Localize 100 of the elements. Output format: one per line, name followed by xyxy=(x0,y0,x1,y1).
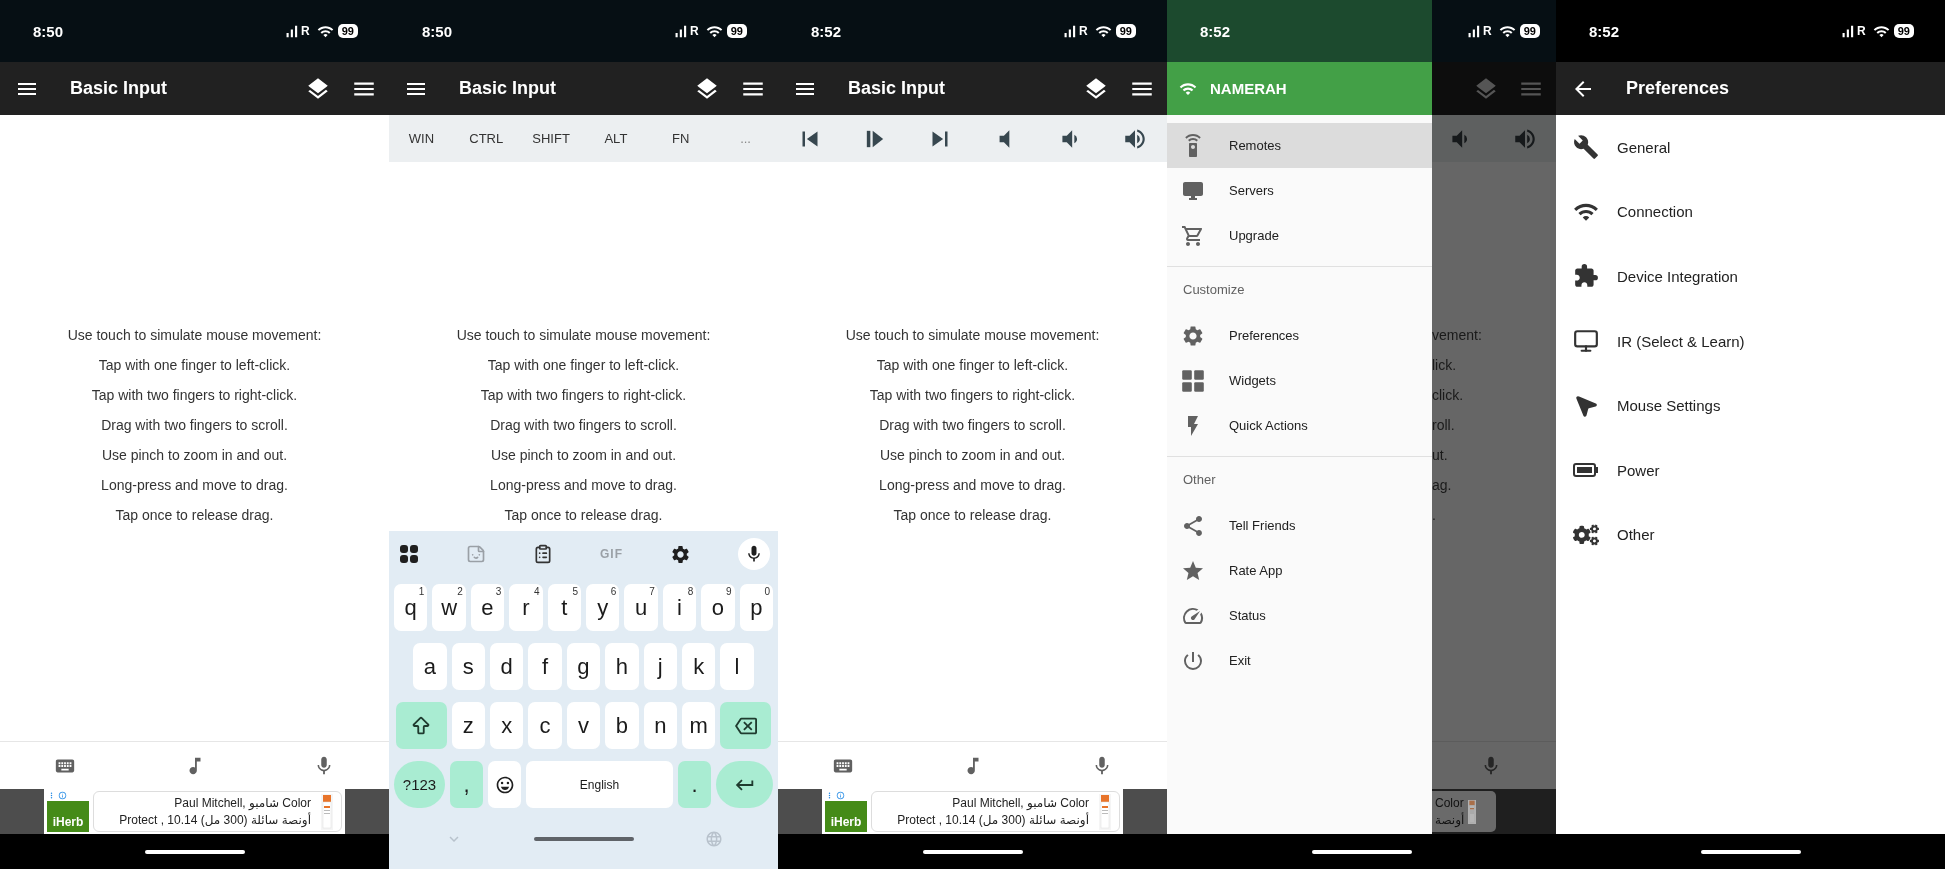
battery-indicator: 99 xyxy=(1115,24,1136,38)
keyboard-key[interactable]: b xyxy=(605,702,639,749)
battery-indicator: 99 xyxy=(1893,24,1914,38)
keyboard-key[interactable]: s xyxy=(451,643,485,690)
modifier-key[interactable]: FN xyxy=(648,127,714,150)
keyboard-key[interactable]: k xyxy=(681,643,716,690)
enter-key[interactable] xyxy=(716,761,773,808)
keyboard-key[interactable]: l xyxy=(720,643,754,690)
home-indicator[interactable] xyxy=(1311,849,1412,854)
preference-item[interactable]: Device Integration xyxy=(1556,244,1945,309)
preference-item[interactable]: Other xyxy=(1556,502,1945,568)
keyboard-key[interactable]: f xyxy=(528,643,562,690)
drawer-item[interactable]: Quick Actions xyxy=(1167,403,1432,448)
drawer-item[interactable]: Rate App xyxy=(1167,548,1432,593)
drawer-item[interactable]: Exit xyxy=(1167,638,1432,683)
keyboard-key[interactable]: q 1 xyxy=(393,584,428,631)
instruction-text: Tap with one finger to left-click. xyxy=(487,356,680,375)
instruction-text: Tap once to release drag. xyxy=(115,506,274,525)
instruction-text: Tap once to release drag. xyxy=(893,506,1052,525)
instruction-text: ut. xyxy=(1432,446,1448,465)
brand-logo: iHerb xyxy=(825,801,867,832)
keyboard-key[interactable]: e 3 xyxy=(470,584,505,631)
clock-time: 8:52 xyxy=(811,22,842,40)
key-hint: 0 xyxy=(764,586,771,597)
keyboard-key[interactable]: n xyxy=(643,702,677,749)
drawer-item[interactable]: Upgrade xyxy=(1167,213,1432,258)
keyboard-key[interactable]: d xyxy=(490,643,524,690)
modifier-key[interactable]: CTRL xyxy=(453,127,519,150)
app-title: Basic Input xyxy=(70,78,168,99)
clipboard-icon[interactable] xyxy=(533,544,553,564)
keyboard-key[interactable]: a xyxy=(413,643,447,690)
keyboard-key[interactable]: o 9 xyxy=(701,584,735,631)
ad-text: أونصة xyxy=(1435,811,1465,829)
key-hint: 3 xyxy=(495,586,502,597)
drawer-item[interactable]: Preferences xyxy=(1167,313,1432,358)
keyboard-key[interactable]: i 8 xyxy=(662,584,697,631)
instruction-text: Tap with two fingers to right-click. xyxy=(869,386,1076,405)
key-hint: 2 xyxy=(457,586,463,597)
app-title: Preferences xyxy=(1626,78,1731,99)
keyboard-key[interactable]: t 5 xyxy=(547,584,581,631)
period-key[interactable]: . xyxy=(678,761,711,808)
settings-icon xyxy=(1181,323,1205,348)
home-indicator[interactable] xyxy=(144,849,245,854)
voice-input-button[interactable] xyxy=(738,538,770,570)
network-label: R xyxy=(301,24,310,38)
keyboard-key[interactable]: w 2 xyxy=(432,584,466,631)
modifier-key[interactable]: SHIFT xyxy=(518,127,584,150)
app-title: Basic Input xyxy=(848,78,946,99)
drawer-item[interactable]: Servers xyxy=(1167,168,1432,213)
instruction-text: Tap with one finger to left-click. xyxy=(98,356,291,375)
keyboard-key[interactable]: p 0 xyxy=(739,584,774,631)
info-icon[interactable] xyxy=(836,791,845,800)
preference-item[interactable]: Power xyxy=(1556,437,1945,503)
keyboard-key[interactable]: z xyxy=(451,702,485,749)
symbols-key[interactable]: ?123 xyxy=(394,761,445,808)
shift-key[interactable] xyxy=(395,702,447,749)
keyboard-key[interactable]: g xyxy=(566,643,601,690)
ad-text: Protect , 10.14 أونصة سائلة (300 مل) xyxy=(897,811,1089,829)
keyboard-key[interactable]: u 7 xyxy=(624,584,658,631)
keyboard-key[interactable]: x xyxy=(490,702,524,749)
drawer-item[interactable]: Tell Friends xyxy=(1167,503,1432,548)
monitor-icon xyxy=(1573,328,1599,355)
preference-item[interactable]: Connection xyxy=(1556,179,1945,245)
settings-icon[interactable] xyxy=(670,543,691,565)
instruction-text: vement: xyxy=(1432,326,1482,345)
info-icon[interactable] xyxy=(58,791,67,800)
instruction-text: Long-press and move to drag. xyxy=(101,476,288,495)
drawer-item[interactable]: Status xyxy=(1167,593,1432,638)
instruction-text: Long-press and move to drag. xyxy=(490,476,677,495)
share-icon xyxy=(1181,513,1205,538)
comma-key[interactable]: , xyxy=(450,761,483,808)
preference-item[interactable]: Mouse Settings xyxy=(1556,373,1945,438)
home-indicator[interactable] xyxy=(1700,849,1801,854)
home-indicator[interactable] xyxy=(922,849,1023,854)
modifier-key[interactable]: WIN xyxy=(389,127,454,150)
modifier-key[interactable]: ALT xyxy=(583,127,649,150)
keyboard-key[interactable]: j xyxy=(643,643,677,690)
cart-icon xyxy=(1181,223,1205,248)
emoji-key[interactable] xyxy=(488,761,521,808)
keyboard-key[interactable]: r 4 xyxy=(509,584,543,631)
preference-item[interactable]: General xyxy=(1556,115,1945,180)
instruction-text: ag. xyxy=(1432,476,1452,495)
instruction-text: Use pinch to zoom in and out. xyxy=(101,446,288,465)
keyboard-key[interactable]: m xyxy=(681,702,716,749)
drawer-item[interactable]: Widgets xyxy=(1167,358,1432,403)
section-heading: Customize xyxy=(1182,280,1246,299)
keyboard-key[interactable]: h xyxy=(605,643,639,690)
instruction-text: Use pinch to zoom in and out. xyxy=(490,446,677,465)
preference-item[interactable]: IR (Select & Learn) xyxy=(1556,308,1945,374)
space-key[interactable]: English xyxy=(526,761,673,808)
clock-time: 8:50 xyxy=(422,22,453,40)
keyboard-key[interactable]: y 6 xyxy=(586,584,620,631)
backspace-key[interactable] xyxy=(720,702,772,749)
apps-icon[interactable] xyxy=(399,544,419,564)
emoji-icon[interactable] xyxy=(494,774,515,795)
keyboard-key[interactable]: c xyxy=(528,702,562,749)
instruction-text: click. xyxy=(1432,386,1464,405)
drawer-item[interactable]: Remotes xyxy=(1167,123,1432,168)
instruction-text: Use pinch to zoom in and out. xyxy=(879,446,1066,465)
keyboard-key[interactable]: v xyxy=(566,702,601,749)
